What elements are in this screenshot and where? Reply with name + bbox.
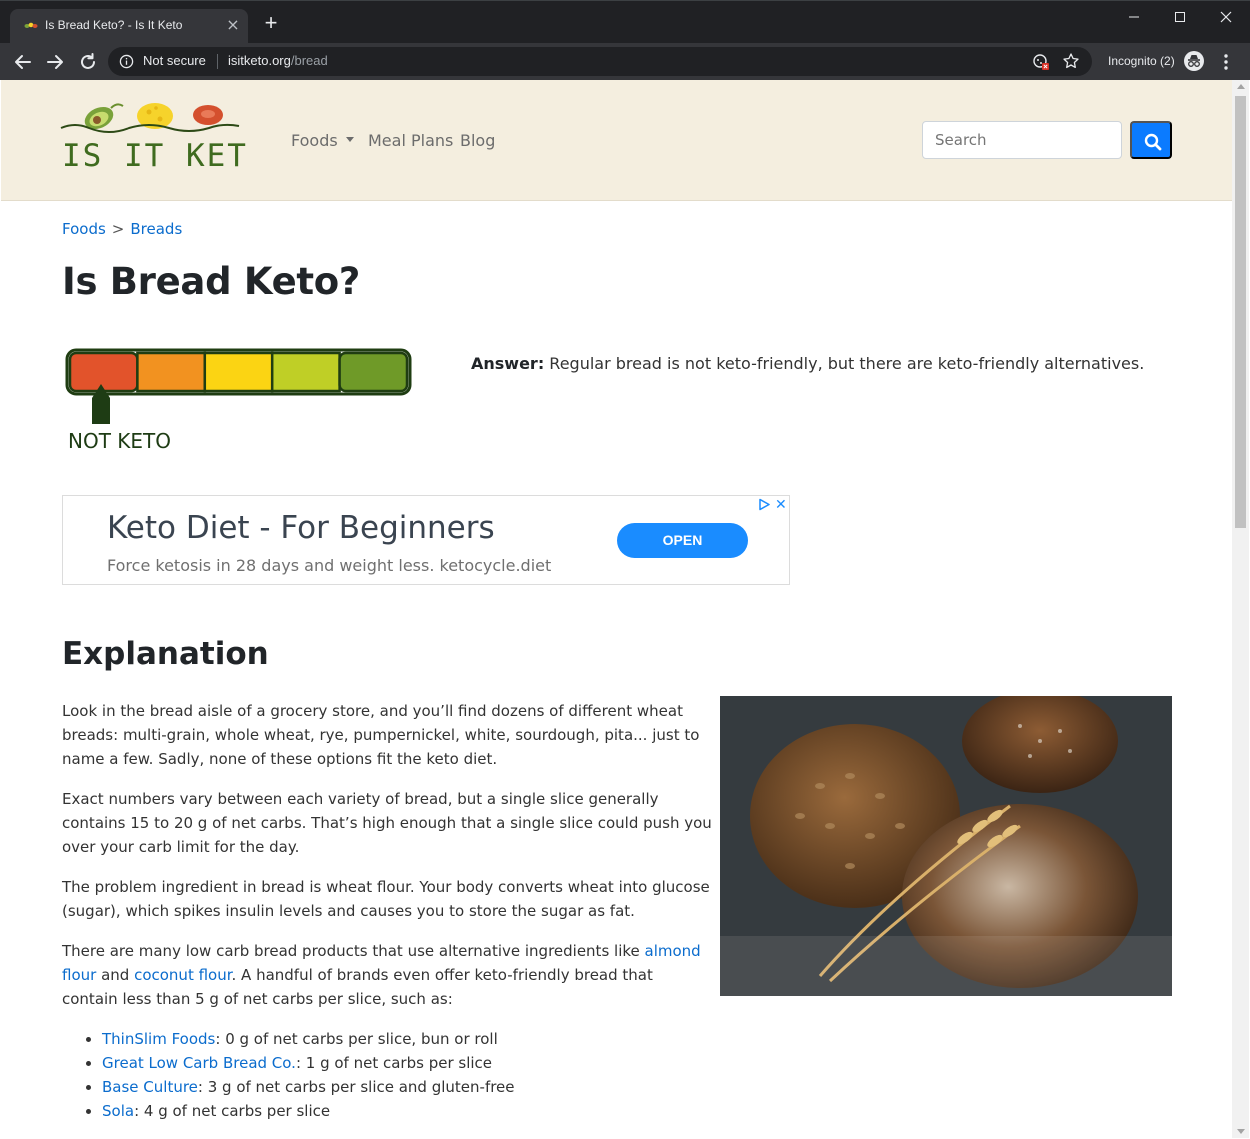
list-item: Base Culture: 3 g of net carbs per slice… [102,1075,712,1099]
advertisement[interactable]: Keto Diet - For Beginners Force ketosis … [62,495,790,585]
paragraph: Exact numbers vary between each variety … [62,790,712,856]
answer-text: Answer: Regular bread is not keto-friend… [471,354,1144,373]
site-header: IS IT KETO? Foods Meal Plans Blog [1,80,1232,201]
logo-text: IS IT KETO? [62,138,249,174]
arrow-right-icon[interactable] [43,50,67,74]
favicon-icon [24,22,38,28]
omnibox-divider [217,54,218,69]
adchoices-icon[interactable] [758,498,771,511]
list-item: Sola: 4 g of net carbs per slice [102,1099,712,1123]
address-bar[interactable]: Not secure isitketo.org/bread [108,47,1092,76]
paragraph: Look in the bread aisle of a grocery sto… [62,702,700,768]
blocked-cookie-icon[interactable] [1032,53,1050,71]
meter-segment [270,351,341,393]
caret-down-icon [345,137,354,142]
incognito-icon[interactable] [1183,50,1205,72]
maximize-icon[interactable] [1166,7,1194,27]
answer-label: Answer: [471,354,545,373]
meter-segment [68,351,139,393]
brand-link[interactable]: Sola [102,1102,134,1120]
page-title: Is Bread Keto? [62,260,361,303]
meter-segment [136,351,207,393]
info-icon[interactable] [119,54,134,69]
meter-segment [338,351,409,393]
kebab-menu-icon[interactable] [1218,52,1234,72]
arrow-left-icon[interactable] [11,50,35,74]
list-item: Great Low Carb Bread Co.: 1 g of net car… [102,1051,712,1075]
scroll-down-arrow-icon[interactable] [1237,1129,1245,1134]
tab-title: Is Bread Keto? - Is It Keto [45,18,183,32]
paragraph-text: There are many low carb bread products t… [62,942,645,960]
brand-link[interactable]: Great Low Carb Bread Co. [102,1054,296,1072]
scroll-up-arrow-icon[interactable] [1237,84,1245,89]
nav-meal-plans[interactable]: Meal Plans [368,131,453,150]
brand-link[interactable]: Base Culture [102,1078,198,1096]
list-item: ThinSlim Foods: 0 g of net carbs per sli… [102,1027,712,1051]
browser-tab[interactable]: Is Bread Keto? - Is It Keto × [10,9,248,44]
breadcrumb: Foods > Breads [62,220,182,238]
star-icon[interactable] [1062,52,1080,70]
minimize-icon[interactable] [1120,7,1148,27]
reload-icon[interactable] [76,50,100,74]
search-input[interactable] [922,121,1122,159]
brand-detail: : 0 g of net carbs per slice, bun or rol… [215,1030,498,1048]
ad-subtitle[interactable]: Force ketosis in 28 days and weight less… [107,556,551,575]
search-button[interactable] [1130,121,1172,159]
brand-detail: : 1 g of net carbs per slice [295,1054,493,1072]
url-host: isitketo.org [228,53,291,68]
tab-close-icon[interactable]: × [224,16,242,34]
explanation-heading: Explanation [62,636,269,672]
nav-foods-dropdown[interactable]: Foods [291,131,354,150]
ad-close-icon[interactable]: ✕ [775,496,787,513]
brand-list: ThinSlim Foods: 0 g of net carbs per sli… [102,1027,712,1123]
paragraph: The problem ingredient in bread is wheat… [62,878,710,920]
url-path: /bread [290,53,328,68]
paragraph-text: and [96,966,135,984]
scrollbar-thumb[interactable] [1235,96,1246,528]
keto-meter: NOT KETO [65,348,412,453]
url-text[interactable]: isitketo.org/bread [228,53,328,68]
answer-body: Regular bread is not keto-friendly, but … [544,354,1145,373]
meter-segment [203,351,274,393]
security-label[interactable]: Not secure [143,53,206,68]
explanation-body: Look in the bread aisle of a grocery sto… [62,699,712,1123]
page-scrollbar[interactable] [1232,80,1249,1138]
meter-label: NOT KETO [68,429,171,453]
breadcrumb-separator: > [111,220,125,238]
new-tab-button[interactable]: + [260,12,282,35]
brand-link[interactable]: ThinSlim Foods [102,1030,215,1048]
browser-tab-strip: Is Bread Keto? - Is It Keto × + [0,0,1250,44]
breadcrumb-breads[interactable]: Breads [130,220,182,238]
ad-title[interactable]: Keto Diet - For Beginners [107,510,495,546]
brand-detail: : 3 g of net carbs per slice and gluten-… [197,1078,515,1096]
browser-toolbar: Not secure isitketo.org/bread Incognito … [0,43,1250,80]
paragraph: There are many low carb bread products t… [62,939,712,1011]
breadcrumb-foods[interactable]: Foods [62,220,106,238]
search-icon [1144,133,1162,151]
brand-detail: : 4 g of net carbs per slice [134,1102,331,1120]
page-viewport: IS IT KETO? Foods Meal Plans Blog Foods >… [1,80,1232,1138]
incognito-label[interactable]: Incognito (2) [1108,54,1175,68]
nav-foods-label: Foods [291,131,338,150]
nav-blog[interactable]: Blog [460,131,495,150]
site-logo[interactable]: IS IT KETO? [59,94,249,174]
bread-photo [720,696,1172,996]
coconut-flour-link[interactable]: coconut flour [134,966,231,984]
ad-open-button[interactable]: OPEN [617,523,748,558]
window-close-icon[interactable] [1212,7,1240,27]
